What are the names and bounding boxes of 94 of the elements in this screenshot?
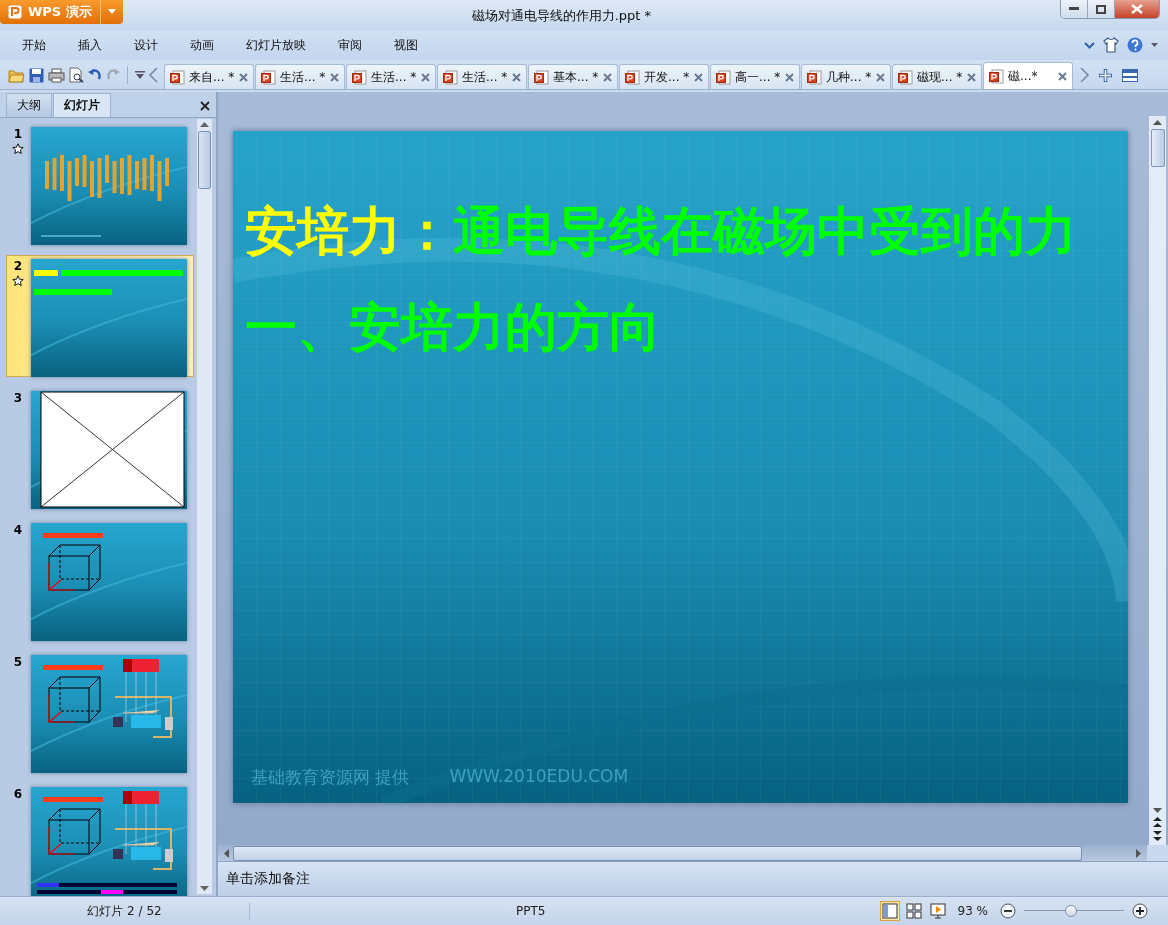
scroll-down-icon[interactable] (1153, 808, 1162, 813)
slide-thumbnail[interactable]: 2 (6, 255, 194, 377)
next-slide-icon[interactable] (1153, 831, 1162, 841)
chevron-down-icon[interactable] (1084, 41, 1095, 49)
document-tab[interactable]: 生活... * (346, 64, 436, 89)
slide-number: 4 (13, 523, 23, 537)
caret-icon (107, 9, 116, 15)
slide-number: 2 (13, 259, 23, 273)
presentation-file-icon (898, 69, 913, 85)
minimize-icon (1069, 7, 1079, 11)
presentation-file-icon (170, 69, 185, 85)
window-title: 磁场对通电导线的作用力.ppt * (470, 7, 653, 25)
presentation-file-icon (625, 69, 640, 85)
slide-thumbnail[interactable]: 4 (6, 519, 194, 641)
vertical-scrollbar[interactable] (197, 119, 212, 894)
document-tab[interactable]: 来自... * (164, 64, 254, 89)
new-tab-icon[interactable] (1098, 67, 1113, 83)
document-tab[interactable]: 开发... * (619, 64, 709, 89)
restore-icon (1096, 4, 1106, 14)
presentation-file-icon (716, 69, 731, 85)
menu-item[interactable]: 审阅 (326, 36, 374, 54)
scroll-thumb[interactable] (1150, 129, 1165, 167)
close-icon (1131, 4, 1143, 14)
zoom-in-icon[interactable] (1132, 903, 1148, 919)
normal-view-icon (881, 903, 898, 919)
help-icon[interactable] (1127, 37, 1143, 53)
slide-number: 6 (13, 787, 23, 801)
notes-field[interactable]: 单击添加备注 (218, 861, 1168, 896)
scroll-left-icon[interactable] (149, 67, 158, 83)
template-name: PPT5 (516, 904, 546, 918)
menu-item[interactable]: 插入 (66, 36, 114, 54)
caret-icon[interactable] (1151, 43, 1158, 47)
zoom-percent[interactable]: 93 % (957, 904, 988, 918)
document-tab[interactable]: 生活... * (255, 64, 345, 89)
slide-thumbnail[interactable]: 1 (6, 123, 194, 245)
menu-item[interactable]: 视图 (382, 36, 430, 54)
scroll-left-icon[interactable] (224, 848, 229, 858)
slide-title: 安培力：通电导线在磁场中受到的力 (245, 199, 1078, 263)
slider-thumb[interactable] (1065, 905, 1077, 917)
slide-footer-url: WWW.2010EDU.COM (449, 766, 629, 788)
printer-icon[interactable] (48, 67, 65, 83)
print-preview-icon[interactable] (69, 67, 84, 83)
presentation-file-icon (534, 69, 549, 85)
slide-number: 1 (13, 127, 23, 141)
document-tab[interactable]: 生活... * (437, 64, 527, 89)
scroll-down-icon[interactable] (200, 886, 209, 891)
presentation-file-icon (352, 69, 367, 85)
slide-subtitle: 一、安培力的方向 (245, 295, 662, 359)
app-logo-icon (8, 5, 22, 19)
save-icon[interactable] (29, 67, 44, 83)
slide-thumbnail[interactable]: 6 (6, 783, 194, 896)
scroll-right-icon[interactable] (1080, 67, 1089, 83)
slide-thumbnail[interactable]: 3 (6, 387, 194, 509)
app-dropdown-button[interactable] (99, 0, 123, 24)
presentation-file-icon (807, 69, 822, 85)
shirt-icon[interactable] (1103, 37, 1119, 53)
menu-item[interactable]: 动画 (178, 36, 226, 54)
slide-number: 3 (13, 391, 23, 405)
presentation-file-icon (989, 68, 1004, 84)
view-button[interactable] (879, 901, 900, 921)
dropdown-icon[interactable] (135, 71, 145, 79)
window-list-icon[interactable] (1122, 68, 1138, 82)
menu-item[interactable]: 幻灯片放映 (234, 36, 318, 54)
slide-thumbnail[interactable]: 5 (6, 651, 194, 773)
panel-tab[interactable]: 幻灯片 (53, 93, 111, 117)
panel-tab[interactable]: 大纲 (6, 93, 52, 117)
slide-footer-text: 基础教育资源网 提供 (251, 766, 410, 789)
undo-icon[interactable] (88, 68, 102, 82)
document-tab[interactable]: 几种... * (801, 64, 891, 89)
document-tab[interactable]: 基本... * (528, 64, 618, 89)
scroll-right-icon[interactable] (1136, 848, 1141, 858)
grid-view-icon (905, 903, 922, 919)
scroll-up-icon[interactable] (200, 122, 209, 127)
menu-item[interactable]: 开始 (10, 36, 58, 54)
close-icon[interactable] (200, 101, 210, 111)
zoom-out-icon[interactable] (1000, 903, 1016, 919)
minimize-button[interactable] (1061, 0, 1088, 18)
scroll-up-icon[interactable] (1153, 120, 1162, 125)
presentation-file-icon (261, 69, 276, 85)
menu-item[interactable]: 设计 (122, 36, 170, 54)
slideshow-icon (929, 903, 946, 919)
document-tab[interactable]: 磁...* (983, 62, 1073, 89)
maximize-button[interactable] (1088, 0, 1115, 18)
document-tab[interactable]: 高一... * (710, 64, 800, 89)
scroll-thumb[interactable] (198, 131, 211, 189)
previous-slide-icon[interactable] (1153, 817, 1162, 827)
vertical-scrollbar[interactable] (1149, 116, 1166, 845)
slide-number: 5 (13, 655, 23, 669)
view-button[interactable] (927, 901, 948, 921)
close-button[interactable] (1115, 0, 1159, 18)
document-tab[interactable]: 磁现... * (892, 64, 982, 89)
slide-position-text: 幻灯片 2 / 52 (0, 902, 250, 920)
presentation-file-icon (443, 69, 458, 85)
view-button[interactable] (903, 901, 924, 921)
